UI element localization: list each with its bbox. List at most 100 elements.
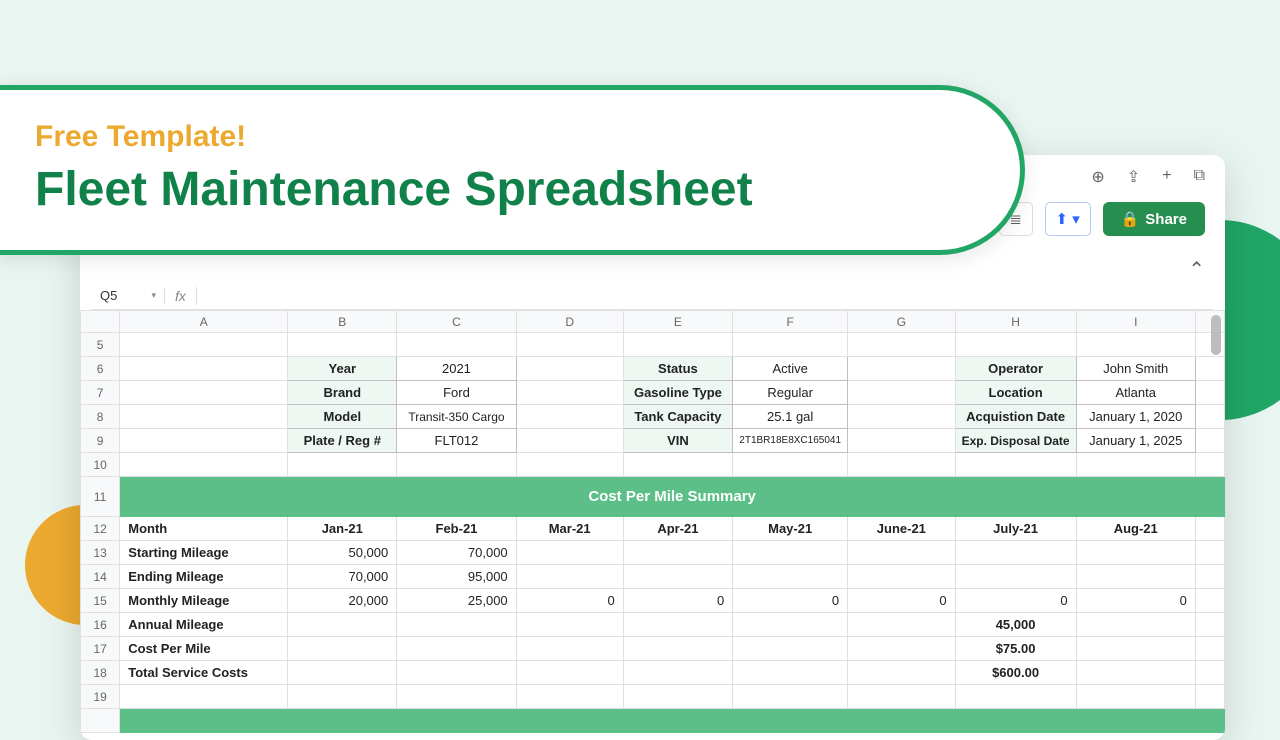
cell[interactable]: 0 [848,589,955,613]
cell[interactable]: Month [120,517,288,541]
row-header[interactable]: 7 [81,381,120,405]
col-header[interactable]: G [848,311,955,333]
cell[interactable]: Mar-21 [516,517,623,541]
info-value[interactable]: Ford [397,381,516,405]
info-value[interactable]: 25.1 gal [733,405,848,429]
cell[interactable]: $600.00 [955,661,1076,685]
cell[interactable]: 20,000 [288,589,397,613]
info-value[interactable]: Atlanta [1076,381,1195,405]
info-label[interactable]: Exp. Disposal Date [955,429,1076,453]
row-header[interactable]: 12 [81,517,120,541]
cell[interactable]: 0 [516,589,623,613]
row-header[interactable]: 9 [81,429,120,453]
col-header[interactable]: I [1076,311,1195,333]
spreadsheet-grid[interactable]: A B C D E F G H I 5 6Year2021StatusActiv… [80,310,1225,740]
vertical-scrollbar[interactable] [1211,315,1221,355]
cell[interactable]: 25,000 [397,589,516,613]
cell[interactable]: Feb-21 [397,517,516,541]
cell[interactable]: Jan-21 [288,517,397,541]
cell[interactable] [1076,565,1195,589]
cell[interactable] [623,565,733,589]
row-header[interactable] [81,709,120,733]
info-value[interactable]: FLT012 [397,429,516,453]
info-label[interactable]: VIN [623,429,733,453]
info-label[interactable]: Acquistion Date [955,405,1076,429]
row-header[interactable]: 18 [81,661,120,685]
col-header[interactable]: B [288,311,397,333]
info-label[interactable]: Gasoline Type [623,381,733,405]
cell[interactable] [623,541,733,565]
cell[interactable] [955,565,1076,589]
row-header[interactable]: 13 [81,541,120,565]
cell[interactable]: Ending Mileage [120,565,288,589]
select-all-corner[interactable] [81,311,120,333]
cell[interactable]: May-21 [733,517,848,541]
row-header[interactable]: 8 [81,405,120,429]
info-value[interactable]: Regular [733,381,848,405]
cell[interactable]: 50,000 [288,541,397,565]
row-header[interactable]: 5 [81,333,120,357]
info-value[interactable]: January 1, 2020 [1076,405,1195,429]
share-button[interactable]: 🔒 Share [1103,202,1205,236]
name-box[interactable]: Q5 [92,284,164,307]
cell[interactable] [733,565,848,589]
row-header[interactable]: 16 [81,613,120,637]
cell[interactable] [120,709,1225,733]
cell[interactable] [516,565,623,589]
cell[interactable]: 70,000 [288,565,397,589]
cell[interactable]: 0 [733,589,848,613]
cell[interactable]: $75.00 [955,637,1076,661]
info-value[interactable]: Transit-350 Cargo [397,405,516,429]
row-header[interactable]: 10 [81,453,120,477]
info-value[interactable]: January 1, 2025 [1076,429,1195,453]
col-header[interactable]: F [733,311,848,333]
cell[interactable]: Annual Mileage [120,613,288,637]
cell[interactable]: Monthly Mileage [120,589,288,613]
collapse-chevron-icon[interactable]: ⌃ [1188,257,1205,282]
info-label[interactable]: Operator [955,357,1076,381]
col-header[interactable]: E [623,311,733,333]
cell[interactable]: Aug-21 [1076,517,1195,541]
row-header[interactable]: 14 [81,565,120,589]
cell[interactable] [733,541,848,565]
cell[interactable]: Apr-21 [623,517,733,541]
info-label[interactable]: Tank Capacity [623,405,733,429]
download-icon[interactable]: ⊕ [1091,167,1104,187]
cell[interactable] [848,541,955,565]
row-header[interactable]: 6 [81,357,120,381]
cell[interactable] [516,541,623,565]
share-up-icon[interactable]: ⇪ [1127,167,1140,187]
info-label[interactable]: Model [288,405,397,429]
cell[interactable]: 95,000 [397,565,516,589]
info-value[interactable]: John Smith [1076,357,1195,381]
cell[interactable]: June-21 [848,517,955,541]
cell[interactable]: 0 [623,589,733,613]
info-value[interactable]: 2021 [397,357,516,381]
info-label[interactable]: Plate / Reg # [288,429,397,453]
cell[interactable] [955,541,1076,565]
info-label[interactable]: Status [623,357,733,381]
col-header[interactable]: H [955,311,1076,333]
cell[interactable]: 0 [955,589,1076,613]
cell[interactable]: 45,000 [955,613,1076,637]
upload-dropdown[interactable]: ⬆ ▾ [1045,202,1091,236]
info-value[interactable]: 2T1BR18E8XC165041 [733,429,848,453]
cell[interactable]: Total Service Costs [120,661,288,685]
copy-icon[interactable]: ⧉ [1194,167,1205,187]
row-header[interactable]: 19 [81,685,120,709]
cell[interactable]: Cost Per Mile [120,637,288,661]
summary-title[interactable]: Cost Per Mile Summary [120,477,1225,517]
row-header[interactable]: 11 [81,477,120,517]
row-header[interactable]: 17 [81,637,120,661]
cell[interactable] [848,565,955,589]
col-header[interactable]: A [120,311,288,333]
col-header[interactable]: C [397,311,516,333]
info-label[interactable]: Year [288,357,397,381]
new-tab-icon[interactable]: + [1162,167,1171,187]
cell[interactable]: 0 [1076,589,1195,613]
cell[interactable]: July-21 [955,517,1076,541]
info-value[interactable]: Active [733,357,848,381]
cell[interactable] [1076,541,1195,565]
info-label[interactable]: Location [955,381,1076,405]
row-header[interactable]: 15 [81,589,120,613]
